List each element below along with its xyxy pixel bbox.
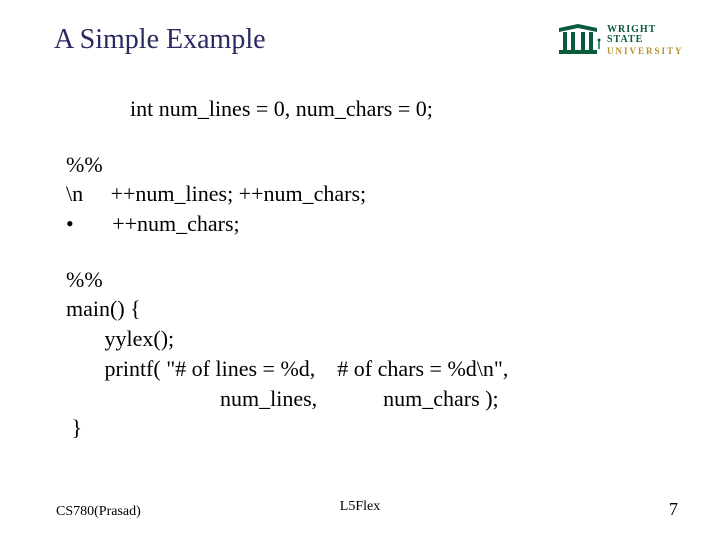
footer-page-number: 7: [669, 499, 678, 520]
logo-text: WRIGHT STATE UNIVERSITY: [607, 25, 684, 56]
logo-line2: UNIVERSITY: [607, 47, 684, 56]
slide-title: A Simple Example: [54, 24, 266, 56]
footer-center: L5Flex: [340, 499, 380, 515]
university-logo: WRIGHT STATE UNIVERSITY: [555, 20, 675, 60]
code-block-1: %% \n ++num_lines; ++num_chars; • ++num_…: [66, 150, 660, 239]
code-block-2: %% main() { yylex(); printf( "# of lines…: [66, 265, 660, 443]
footer-left: CS780(Prasad): [56, 504, 141, 520]
logo-line1: WRIGHT STATE: [607, 25, 684, 45]
logo-mark-icon: [555, 22, 601, 58]
decl-line: int num_lines = 0, num_chars = 0;: [66, 94, 660, 124]
slide-footer: CS780(Prasad) L5Flex 7: [0, 499, 720, 520]
code-body: int num_lines = 0, num_chars = 0; %% \n …: [66, 94, 660, 443]
